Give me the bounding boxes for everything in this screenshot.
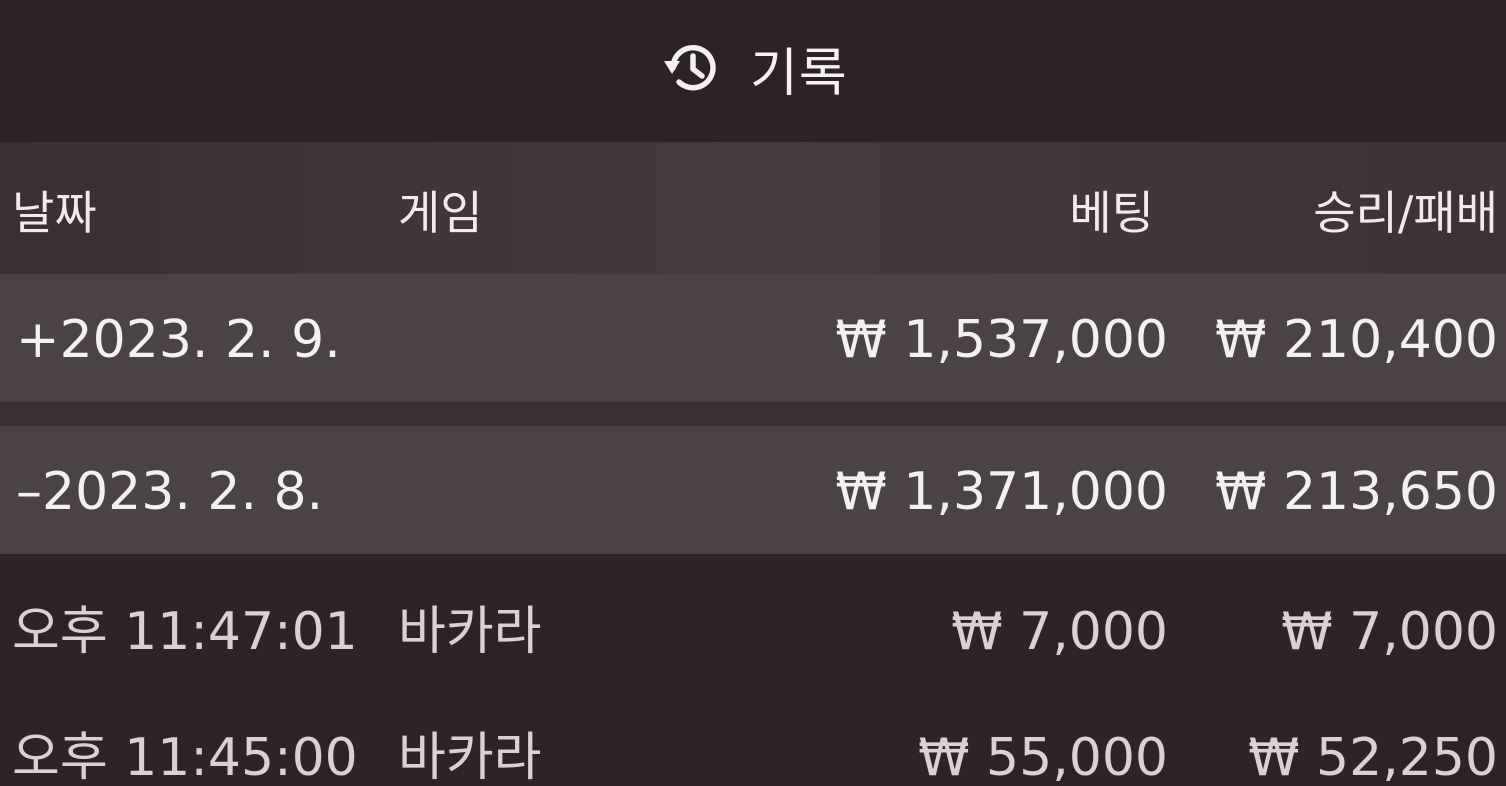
group-date: +2023. 2. 9. <box>16 310 341 370</box>
detail-list: 오후 11:47:01 바카라 ₩ 7,000 ₩ 7,000 오후 11:45… <box>0 554 1506 786</box>
header-bet[interactable]: 베팅 <box>1069 190 1154 236</box>
row-divider <box>0 402 1506 426</box>
header-game[interactable]: 게임 <box>398 190 483 236</box>
entry-game: 바카라 <box>398 602 542 662</box>
title-group: 기록 <box>660 36 848 104</box>
entry-game: 바카라 <box>398 728 542 786</box>
group-bet: ₩ 1,371,000 <box>835 462 1168 522</box>
title-bar: 기록 <box>0 0 1506 142</box>
entry-bet: ₩ 7,000 <box>951 602 1168 662</box>
entry-win-loss: ₩ 52,250 <box>1248 728 1498 786</box>
day-group-row[interactable]: +2023. 2. 9. ₩ 1,537,000 ₩ 210,400 <box>0 274 1506 402</box>
group-win-loss: ₩ 213,650 <box>1215 462 1498 522</box>
group-date: –2023. 2. 8. <box>16 462 324 522</box>
header-win-loss[interactable]: 승리/패배 <box>1313 190 1498 236</box>
table-header: 날짜 게임 베팅 승리/패배 <box>0 142 1506 274</box>
entry-bet: ₩ 55,000 <box>918 728 1168 786</box>
entry-time: 오후 11:47:01 <box>12 602 358 662</box>
group-win-loss: ₩ 210,400 <box>1215 310 1498 370</box>
page-title: 기록 <box>750 43 848 104</box>
group-bet: ₩ 1,537,000 <box>835 310 1168 370</box>
day-group-row[interactable]: –2023. 2. 8. ₩ 1,371,000 ₩ 213,650 <box>0 426 1506 554</box>
entry-win-loss: ₩ 7,000 <box>1281 602 1498 662</box>
entry-time: 오후 11:45:00 <box>12 728 358 786</box>
history-icon <box>660 37 722 99</box>
header-date[interactable]: 날짜 <box>12 190 97 236</box>
